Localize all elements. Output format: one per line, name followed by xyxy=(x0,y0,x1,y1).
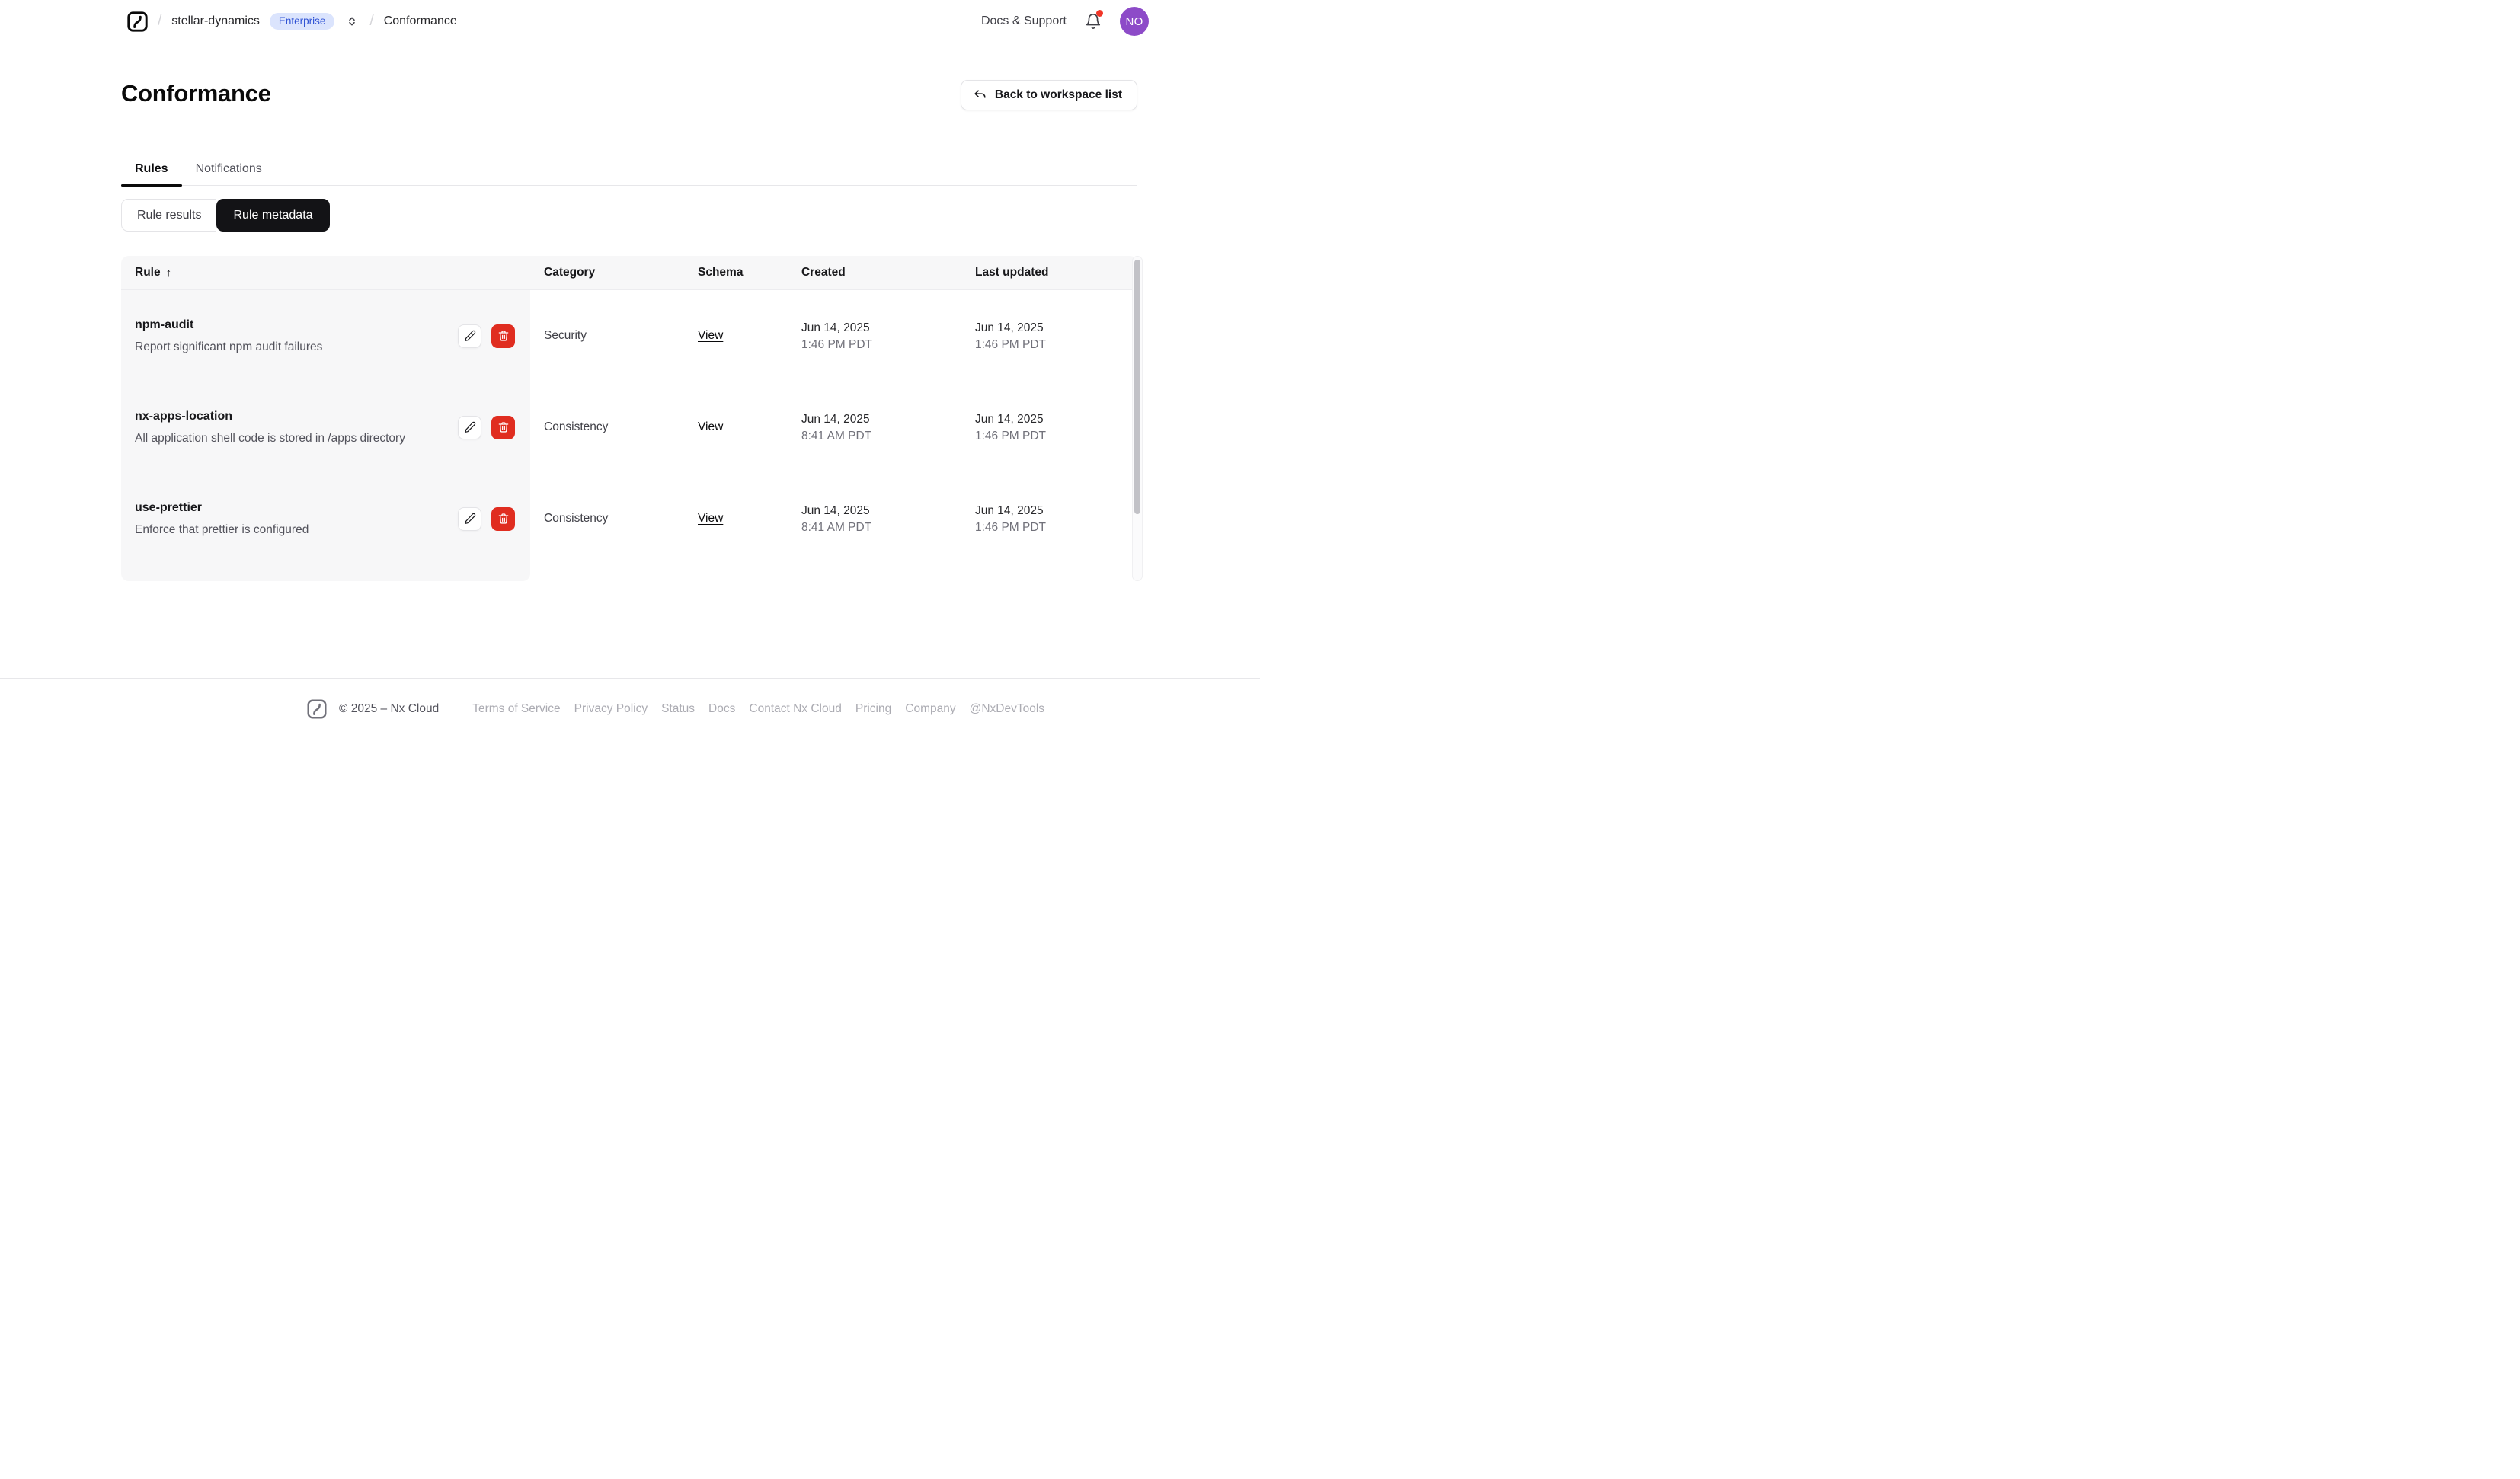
rule-category: Consistency xyxy=(544,512,609,525)
notification-dot xyxy=(1096,10,1103,17)
pencil-icon xyxy=(464,513,475,524)
avatar[interactable]: NO xyxy=(1120,7,1149,36)
breadcrumb-workspace[interactable]: stellar-dynamics xyxy=(171,14,260,28)
sort-asc-icon: ↑ xyxy=(165,266,172,280)
trash-icon xyxy=(498,422,508,433)
copyright: © 2025 – Nx Cloud xyxy=(339,702,440,715)
nav-actions: Docs & Support NO xyxy=(981,7,1149,36)
top-nav: / stellar-dynamics Enterprise / Conforma… xyxy=(0,0,1260,43)
rule-description: Enforce that prettier is configured xyxy=(135,522,309,536)
rule-category: Consistency xyxy=(544,420,609,433)
pencil-icon xyxy=(464,421,475,433)
breadcrumb: / stellar-dynamics Enterprise / Conforma… xyxy=(127,11,457,32)
table-row: nx-apps-location All application shell c… xyxy=(121,382,1137,473)
updated-time: 1:46 PM PDT xyxy=(975,337,1047,351)
docs-support-link[interactable]: Docs & Support xyxy=(981,14,1067,28)
tab-bar: Rules Notifications xyxy=(121,161,1137,187)
updated-time: 1:46 PM PDT xyxy=(975,429,1047,442)
table-scrollbar[interactable] xyxy=(1132,256,1143,581)
footer-link-pricing[interactable]: Pricing xyxy=(855,702,891,716)
footer-link-company[interactable]: Company xyxy=(905,702,955,716)
rule-name: use-prettier xyxy=(135,500,203,514)
main-content: Conformance Back to workspace list Rules… xyxy=(0,43,1260,678)
footer-link-status[interactable]: Status xyxy=(661,702,695,716)
column-header-created[interactable]: Created xyxy=(788,266,961,280)
rule-description: Report significant npm audit failures xyxy=(135,340,323,353)
rule-metadata-button[interactable]: Rule metadata xyxy=(216,199,330,232)
created-date: Jun 14, 2025 xyxy=(801,503,870,517)
delete-rule-button[interactable] xyxy=(491,506,515,531)
edit-rule-button[interactable] xyxy=(458,324,481,348)
footer-link-contact[interactable]: Contact Nx Cloud xyxy=(749,702,841,716)
footer-link-docs[interactable]: Docs xyxy=(708,702,735,716)
created-time: 8:41 AM PDT xyxy=(801,520,872,534)
breadcrumb-separator: / xyxy=(369,13,374,29)
rule-name: nx-apps-location xyxy=(135,409,233,423)
rule-view-toggle: Rule results Rule metadata xyxy=(121,199,330,232)
column-header-rule[interactable]: Rule ↑ xyxy=(121,266,530,280)
back-button-label: Back to workspace list xyxy=(994,88,1122,101)
notifications-button[interactable] xyxy=(1085,10,1103,30)
column-header-last-updated[interactable]: Last updated xyxy=(961,266,1137,280)
back-to-workspace-list-button[interactable]: Back to workspace list xyxy=(960,80,1137,110)
column-label: Rule xyxy=(135,266,161,279)
footer: © 2025 – Nx Cloud Terms of Service Priva… xyxy=(0,678,1260,740)
table-header-row: Rule ↑ Category Schema Created Last upda… xyxy=(121,256,1137,290)
updated-date: Jun 14, 2025 xyxy=(975,321,1044,334)
created-time: 1:46 PM PDT xyxy=(801,337,873,351)
workspace-switcher-icon[interactable] xyxy=(346,15,358,27)
tab-notifications[interactable]: Notifications xyxy=(182,161,276,185)
created-date: Jun 14, 2025 xyxy=(801,321,870,334)
nx-logo-footer-icon xyxy=(307,699,327,719)
delete-rule-button[interactable] xyxy=(491,324,515,348)
back-arrow-icon xyxy=(974,89,986,98)
footer-link-twitter[interactable]: @NxDevTools xyxy=(970,702,1044,716)
trash-icon xyxy=(498,513,508,524)
rule-name: npm-audit xyxy=(135,318,194,331)
rule-results-button[interactable]: Rule results xyxy=(121,199,217,232)
rules-table: Rule ↑ Category Schema Created Last upda… xyxy=(121,256,1143,581)
table-row: npm-audit Report significant npm audit f… xyxy=(121,290,1137,382)
footer-link-privacy[interactable]: Privacy Policy xyxy=(574,702,648,716)
breadcrumb-page: Conformance xyxy=(383,14,457,27)
table-row: use-prettier Enforce that prettier is co… xyxy=(121,473,1137,564)
scrollbar-thumb[interactable] xyxy=(1134,260,1140,514)
nx-logo-icon[interactable] xyxy=(127,11,148,32)
updated-date: Jun 14, 2025 xyxy=(975,412,1044,426)
plan-badge: Enterprise xyxy=(269,13,335,30)
footer-link-terms[interactable]: Terms of Service xyxy=(472,702,560,716)
updated-date: Jun 14, 2025 xyxy=(975,503,1044,517)
column-header-category[interactable]: Category xyxy=(530,266,684,280)
schema-view-link[interactable]: View xyxy=(698,420,723,434)
schema-view-link[interactable]: View xyxy=(698,329,723,343)
updated-time: 1:46 PM PDT xyxy=(975,520,1047,534)
edit-rule-button[interactable] xyxy=(458,415,481,439)
schema-view-link[interactable]: View xyxy=(698,512,723,525)
rule-category: Security xyxy=(544,329,587,342)
footer-links: Terms of Service Privacy Policy Status D… xyxy=(472,702,1044,716)
page-title: Conformance xyxy=(121,80,271,107)
tab-rules[interactable]: Rules xyxy=(121,161,182,187)
edit-rule-button[interactable] xyxy=(458,506,481,531)
rule-description: All application shell code is stored in … xyxy=(135,431,405,445)
breadcrumb-separator: / xyxy=(158,13,162,29)
pencil-icon xyxy=(464,330,475,341)
delete-rule-button[interactable] xyxy=(491,415,515,439)
trash-icon xyxy=(498,331,508,341)
column-header-schema[interactable]: Schema xyxy=(684,266,788,280)
created-time: 8:41 AM PDT xyxy=(801,429,872,442)
created-date: Jun 14, 2025 xyxy=(801,412,870,426)
table-rule-column-tail xyxy=(121,564,530,581)
